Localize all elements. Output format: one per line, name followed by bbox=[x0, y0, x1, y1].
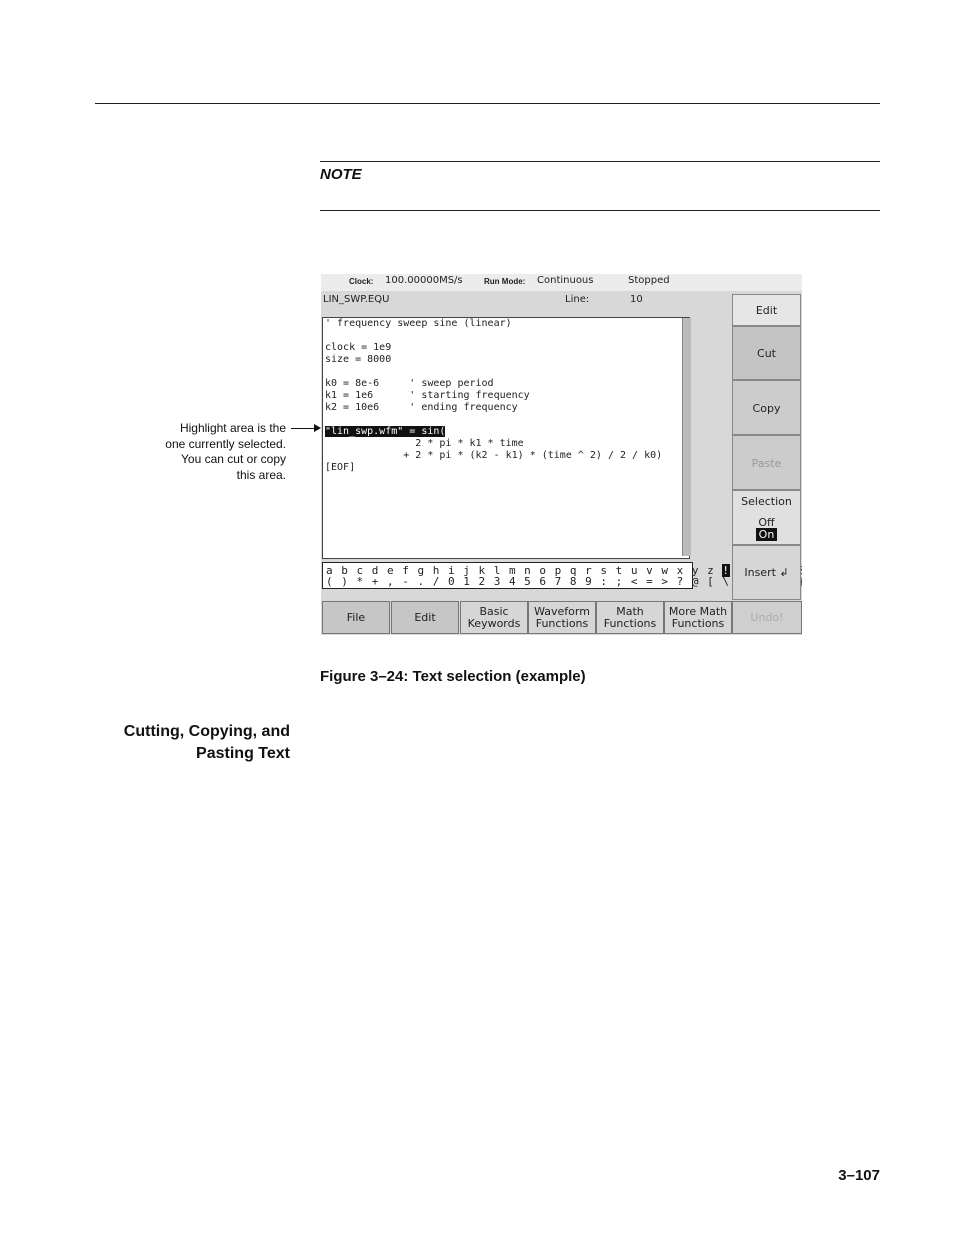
basic-keywords-button[interactable]: Basic Keywords bbox=[460, 601, 528, 634]
waveform-functions-line1: Waveform bbox=[534, 605, 590, 618]
paste-label: Paste bbox=[751, 457, 782, 470]
run-state: Stopped bbox=[628, 275, 670, 286]
line-label: Line: bbox=[565, 294, 590, 305]
file-name: LIN_SWP.EQU bbox=[323, 294, 390, 305]
side-menu-title: Edit bbox=[732, 294, 801, 326]
editor-line: k0 = 8e-6 ' sweep period bbox=[325, 378, 494, 389]
editor-scrollbar[interactable] bbox=[682, 318, 691, 556]
page-number: 3–107 bbox=[838, 1167, 880, 1184]
edit-menu-button[interactable]: Edit bbox=[391, 601, 459, 634]
callout-line1: Highlight area is the bbox=[179, 421, 286, 435]
cut-button[interactable]: Cut bbox=[732, 326, 801, 380]
run-mode-value: Continuous bbox=[537, 275, 594, 286]
editor-line: clock = 1e9 bbox=[325, 342, 392, 353]
line-value: 10 bbox=[630, 294, 643, 305]
section-heading: Cutting, Copying, and Pasting Text bbox=[100, 721, 290, 765]
undo-button[interactable]: Undo! bbox=[732, 601, 802, 634]
status-bar: Clock: 100.00000MS/s Run Mode: Continuou… bbox=[321, 274, 802, 291]
editor-line: + 2 * pi * (k2 - k1) * (time ^ 2) / 2 / … bbox=[325, 450, 663, 461]
file-menu-button[interactable]: File bbox=[322, 601, 390, 634]
run-mode-label: Run Mode: bbox=[484, 277, 526, 286]
selection-toggle[interactable]: Selection Off On bbox=[732, 490, 801, 545]
insert-button[interactable]: Insert ↲ bbox=[732, 545, 801, 600]
selection-on: On bbox=[755, 528, 778, 541]
clock-label: Clock: bbox=[349, 277, 374, 286]
highlighted-selection[interactable]: "lin_swp.wfm" = sin( bbox=[325, 426, 446, 438]
selection-on-wrap: On bbox=[733, 528, 800, 541]
note-top-rule bbox=[320, 161, 880, 162]
selection-text: "lin_swp.wfm" = sin( bbox=[325, 426, 446, 437]
more-math-line1: More Math bbox=[668, 605, 728, 618]
header-rule bbox=[95, 103, 880, 104]
editor-line: ' frequency sweep sine (linear) bbox=[325, 318, 512, 329]
note-label: NOTE bbox=[320, 166, 362, 183]
waveform-functions-line2: Functions bbox=[535, 617, 589, 630]
math-functions-line1: Math bbox=[616, 605, 644, 618]
editor-line: 2 * pi * k1 * time bbox=[325, 438, 524, 449]
figure-caption: Figure 3–24: Text selection (example) bbox=[320, 668, 586, 685]
text-editor[interactable]: ' frequency sweep sine (linear) clock = … bbox=[322, 317, 690, 559]
math-functions-button[interactable]: Math Functions bbox=[596, 601, 664, 634]
selection-label: Selection bbox=[741, 495, 792, 508]
editor-line: k2 = 10e6 ' ending frequency bbox=[325, 402, 518, 413]
waveform-functions-button[interactable]: Waveform Functions bbox=[528, 601, 596, 634]
more-math-line2: Functions bbox=[671, 617, 725, 630]
character-palette[interactable]: a b c d e f g h i j k l m n o p q r s t … bbox=[322, 562, 802, 589]
editor-line: k1 = 1e6 ' starting frequency bbox=[325, 390, 530, 401]
basic-keywords-line1: Basic bbox=[479, 605, 509, 618]
more-math-functions-button[interactable]: More Math Functions bbox=[664, 601, 732, 634]
callout-line3: You can cut or copy bbox=[181, 452, 286, 466]
copy-button[interactable]: Copy bbox=[732, 380, 801, 435]
copy-label: Copy bbox=[752, 402, 781, 415]
screenshot-figure: Clock: 100.00000MS/s Run Mode: Continuou… bbox=[321, 274, 802, 635]
insert-label: Insert ↲ bbox=[744, 566, 789, 579]
highlight-callout: Highlight area is the one currently sele… bbox=[140, 421, 286, 483]
side-menu-title-label: Edit bbox=[755, 304, 778, 317]
editor-line: [EOF] bbox=[325, 462, 356, 473]
cut-label: Cut bbox=[757, 347, 776, 360]
paste-button[interactable]: Paste bbox=[732, 435, 801, 490]
editor-line: size = 8000 bbox=[325, 354, 392, 365]
section-heading-line1: Cutting, Copying, and bbox=[123, 723, 290, 740]
callout-line4: this area. bbox=[236, 467, 286, 482]
math-functions-line2: Functions bbox=[603, 617, 657, 630]
basic-keywords-line2: Keywords bbox=[467, 617, 521, 630]
callout-line2: one currently selected. bbox=[165, 436, 286, 451]
callout-arrow-icon bbox=[314, 424, 321, 432]
note-bottom-rule bbox=[320, 210, 880, 211]
char-row-2: ( ) * + , - . / 0 1 2 3 4 5 6 7 8 9 : ; … bbox=[326, 575, 802, 588]
section-heading-line2: Pasting Text bbox=[196, 745, 290, 762]
clock-value: 100.00000MS/s bbox=[385, 275, 463, 286]
file-bar: LIN_SWP.EQU Line: 10 bbox=[321, 291, 731, 315]
